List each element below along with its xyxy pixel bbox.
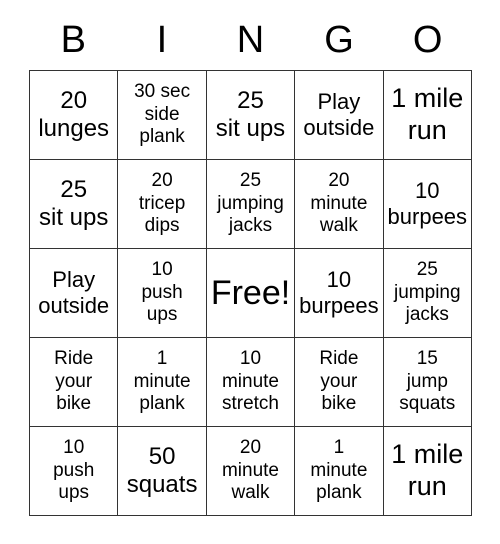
bingo-free-space-cell[interactable]: Free! <box>206 249 296 338</box>
bingo-header-letter-n: N <box>236 19 265 61</box>
bingo-cell-label: 20 minute walk <box>221 437 279 504</box>
bingo-cell[interactable]: 25 sit ups <box>206 71 296 160</box>
bingo-cell-label: 20 tricep dips <box>138 170 186 237</box>
bingo-cell[interactable]: 10 minute stretch <box>206 338 296 427</box>
bingo-cell-label: 25 jumping jacks <box>217 170 284 237</box>
bingo-cell[interactable]: Ride your bike <box>30 338 119 427</box>
bingo-cell-label: 20 lunges <box>38 86 110 142</box>
bingo-cell[interactable]: 25 sit ups <box>30 160 119 249</box>
bingo-cell-label: 1 mile run <box>391 83 464 145</box>
bingo-cell[interactable]: 20 tricep dips <box>118 160 207 249</box>
bingo-cell[interactable]: 30 sec side plank <box>118 71 207 160</box>
bingo-cell-label: Play outside <box>303 89 375 140</box>
bingo-header-letter-b: B <box>60 19 86 61</box>
bingo-cell-label: 1 mile run <box>391 439 464 501</box>
bingo-cell[interactable]: 20 minute walk <box>206 427 296 516</box>
bingo-cell-label: 20 minute walk <box>310 170 368 237</box>
bingo-cell[interactable]: 20 lunges <box>30 71 119 160</box>
bingo-cell-label: 1 minute plank <box>310 437 368 504</box>
bingo-cell[interactable]: 1 minute plank <box>118 338 207 427</box>
bingo-cell-label: Play outside <box>38 267 110 318</box>
bingo-cell[interactable]: 50 squats <box>118 427 207 516</box>
bingo-grid: 20 lunges 30 sec side plank 25 sit ups Play… <box>29 70 472 516</box>
bingo-cell-label: 10 minute stretch <box>221 348 279 415</box>
bingo-cell[interactable]: 15 jump squats <box>383 338 472 427</box>
bingo-card: B I N G O 20 lunges 30 sec side plank 25 s… <box>0 0 500 544</box>
bingo-header-letter-o: O <box>412 19 443 61</box>
bingo-cell-label: 10 push ups <box>141 259 183 326</box>
bingo-header: B I N G O <box>29 14 472 66</box>
bingo-cell[interactable]: 10 burpees <box>295 249 384 338</box>
bingo-cell-label: Free! <box>210 273 291 312</box>
bingo-cell[interactable]: 1 mile run <box>383 71 472 160</box>
bingo-header-letter-g: G <box>324 19 354 61</box>
bingo-cell-label: 25 sit ups <box>215 86 286 142</box>
bingo-cell[interactable]: 10 burpees <box>383 160 472 249</box>
bingo-cell[interactable]: 25 jumping jacks <box>383 249 472 338</box>
bingo-cell-label: 50 squats <box>126 442 198 498</box>
bingo-cell[interactable]: Play outside <box>295 71 384 160</box>
bingo-cell-label: 10 burpees <box>387 178 468 229</box>
bingo-cell-label: 25 sit ups <box>39 175 109 231</box>
bingo-cell[interactable]: 1 minute plank <box>295 427 384 516</box>
bingo-cell[interactable]: 20 minute walk <box>295 160 384 249</box>
bingo-cell[interactable]: 1 mile run <box>383 427 472 516</box>
bingo-cell[interactable]: 10 push ups <box>118 249 207 338</box>
bingo-cell-label: 25 jumping jacks <box>394 259 461 326</box>
bingo-cell-label: 15 jump squats <box>399 348 456 415</box>
bingo-cell-label: Ride your bike <box>54 348 94 415</box>
bingo-cell-label: 30 sec side plank <box>134 81 191 148</box>
bingo-cell-label: 10 push ups <box>53 437 95 504</box>
bingo-header-letter-i: I <box>156 19 168 61</box>
bingo-cell[interactable]: 25 jumping jacks <box>206 160 296 249</box>
bingo-cell[interactable]: Ride your bike <box>295 338 384 427</box>
bingo-cell[interactable]: Play outside <box>30 249 119 338</box>
bingo-cell-label: Ride your bike <box>319 348 359 415</box>
bingo-cell-label: 10 burpees <box>299 267 379 318</box>
bingo-cell-label: 1 minute plank <box>133 348 191 415</box>
bingo-cell[interactable]: 10 push ups <box>30 427 119 516</box>
